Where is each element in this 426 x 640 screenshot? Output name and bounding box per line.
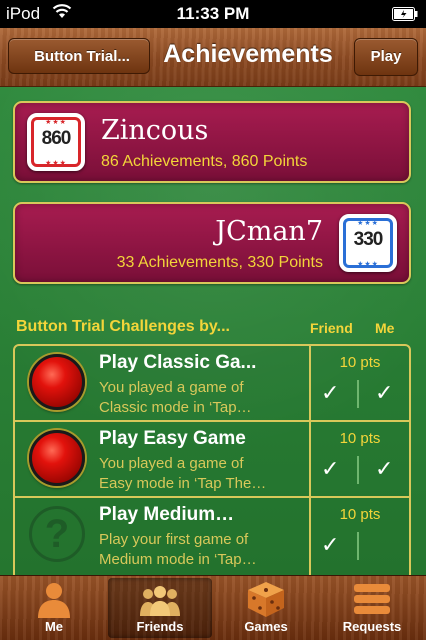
battery-icon: [392, 6, 418, 26]
navigation-bar: Button Trial... Achievements Play: [0, 28, 426, 87]
challenge-title: Play Easy Game: [99, 428, 246, 449]
tab-bar: Me Friends Games Requests: [0, 575, 426, 640]
challenge-description-line: You played a game of: [99, 379, 244, 396]
challenge-description-line: Medium mode in ‘Tap…: [99, 551, 257, 568]
challenge-title: Play Medium…: [99, 504, 235, 525]
challenge-description-line: You played a game of: [99, 455, 244, 472]
requests-icon: [354, 584, 390, 614]
tab-label: Games: [244, 619, 288, 634]
column-header-me: Me: [375, 320, 395, 336]
challenge-title: Play Classic Ga...: [99, 352, 257, 373]
friend-badge-points: 330: [353, 229, 384, 250]
tab-games[interactable]: Games: [214, 578, 318, 638]
challenge-description: Play your first game of Medium mode in ‘…: [99, 530, 299, 570]
challenge-description-line: Play your first game of: [99, 531, 249, 548]
tab-friends[interactable]: Friends: [108, 578, 212, 638]
my-player-card[interactable]: ★★★ 860 ★★★ Zincous 86 Achievements, 860…: [13, 101, 411, 183]
back-button[interactable]: Button Trial...: [8, 38, 150, 74]
friend-checkmark-icon: ✓: [321, 380, 340, 405]
me-checkmark-icon: ✓: [375, 456, 394, 481]
content-area: ★★★ 860 ★★★ Zincous 86 Achievements, 860…: [0, 87, 426, 575]
clock: 11:33 PM: [176, 4, 250, 23]
challenge-description: You played a game of Easy mode in ‘Tap T…: [99, 454, 299, 494]
challenge-points: 10 pts: [339, 506, 381, 523]
friends-icon: [140, 586, 180, 616]
column-header-friend: Friend: [310, 320, 353, 336]
challenge-row[interactable]: Play Easy Game You played a game of Easy…: [15, 422, 409, 498]
status-bar: iPod 11:33 PM: [0, 0, 426, 28]
challenge-row[interactable]: ? Play Medium… Play your first game of M…: [15, 498, 409, 575]
red-button-icon: [29, 354, 85, 410]
my-player-name: Zincous: [101, 115, 209, 146]
challenge-row[interactable]: Play Classic Ga... You played a game of …: [15, 346, 409, 422]
tab-requests[interactable]: Requests: [320, 578, 424, 638]
challenge-points: 10 pts: [339, 354, 381, 371]
challenge-description: You played a game of Classic mode in ‘Ta…: [99, 378, 299, 418]
challenge-description-line: Classic mode in ‘Tap…: [99, 399, 252, 416]
me-checkmark-icon: ✓: [375, 380, 394, 405]
person-icon: [38, 583, 70, 618]
challenge-list: Play Classic Ga... You played a game of …: [13, 344, 411, 575]
tab-label: Friends: [136, 619, 184, 634]
challenge-description-line: Easy mode in ‘Tap The…: [99, 475, 267, 492]
friend-player-stats: 33 Achievements, 330 Points: [116, 254, 323, 271]
page-title: Achievements: [163, 40, 333, 68]
friend-checkmark-icon: ✓: [321, 456, 340, 481]
tab-label: Requests: [342, 619, 402, 634]
points-badge-icon: ★★★ 330 ★★★: [339, 214, 397, 272]
points-badge-icon: ★★★ 860 ★★★: [27, 113, 85, 171]
dice-icon: [248, 582, 284, 617]
play-button[interactable]: Play: [354, 38, 418, 76]
tab-label: Me: [44, 619, 64, 634]
friend-player-card[interactable]: JCman7 33 Achievements, 330 Points ★★★ 3…: [13, 202, 411, 284]
challenge-points: 10 pts: [339, 430, 381, 447]
question-mark-icon: ?: [29, 506, 85, 562]
section-header: Button Trial Challenges by...: [16, 318, 230, 335]
friend-checkmark-icon: ✓: [321, 532, 340, 557]
friend-player-name: JCman7: [215, 216, 323, 247]
my-player-stats: 86 Achievements, 860 Points: [101, 153, 308, 170]
my-badge-points: 860: [41, 128, 72, 149]
tab-me[interactable]: Me: [2, 578, 106, 638]
red-button-icon: [29, 430, 85, 486]
